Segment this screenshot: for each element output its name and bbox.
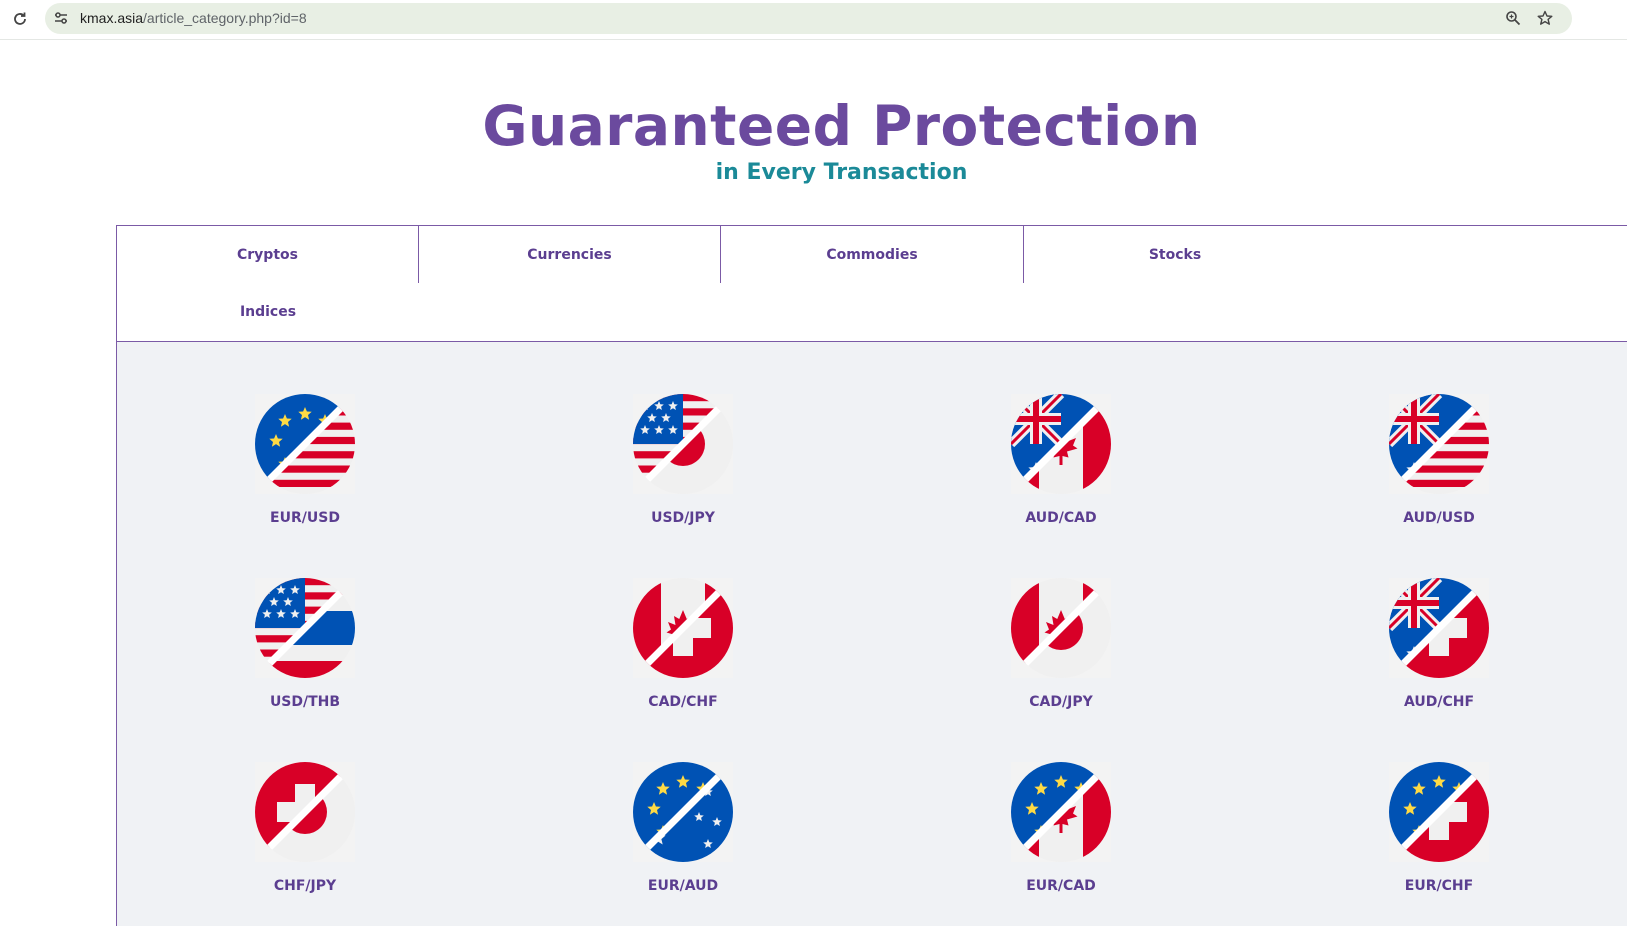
- pair-card[interactable]: USD/THB: [205, 578, 405, 718]
- pair-card[interactable]: AUD/USD: [1339, 394, 1539, 534]
- pair-label: AUD/CAD: [1025, 510, 1097, 526]
- url-text[interactable]: kmax.asia/article_category.php?id=8: [80, 10, 307, 26]
- page-subtitle: in Every Transaction: [715, 160, 968, 185]
- site-info-icon[interactable]: [51, 8, 71, 28]
- pair-flag-icon: [1011, 394, 1111, 494]
- pair-card[interactable]: EUR/CHF: [1339, 762, 1539, 902]
- pair-card[interactable]: AUD/CHF: [1339, 578, 1539, 718]
- reload-icon[interactable]: [9, 8, 31, 30]
- category-tabs: Cryptos Currencies Commodies Stocks Indi…: [116, 225, 1627, 342]
- pair-label: EUR/CHF: [1404, 878, 1474, 894]
- tab-cryptos[interactable]: Cryptos: [117, 226, 419, 283]
- pair-card[interactable]: AUD/CAD: [961, 394, 1161, 534]
- pair-card[interactable]: EUR/AUD: [583, 762, 783, 902]
- currency-pairs-panel: EUR/USD USD/JPY AUD/CAD AUD/USD USD/THB …: [116, 342, 1627, 926]
- pair-flag-icon: [1011, 762, 1111, 862]
- pair-label: EUR/CAD: [1026, 878, 1096, 894]
- star-icon[interactable]: [1535, 8, 1555, 28]
- pair-flag-icon: [1011, 578, 1111, 678]
- url-path: /article_category.php?id=8: [143, 10, 307, 26]
- pair-card[interactable]: USD/JPY: [583, 394, 783, 534]
- pair-label: EUR/USD: [270, 510, 340, 526]
- pair-label: CHF/JPY: [273, 878, 337, 894]
- pair-flag-icon: [633, 762, 733, 862]
- pair-label: USD/THB: [269, 694, 341, 710]
- pair-flag-icon: [1389, 762, 1489, 862]
- address-bar[interactable]: kmax.asia/article_category.php?id=8: [45, 3, 1572, 34]
- pair-flag-icon: [255, 394, 355, 494]
- pair-flag-icon: [1389, 578, 1489, 678]
- pair-label: AUD/USD: [1403, 510, 1475, 526]
- pair-card[interactable]: CHF/JPY: [205, 762, 405, 902]
- browser-toolbar: kmax.asia/article_category.php?id=8: [0, 0, 1627, 40]
- pair-label: CAD/JPY: [1029, 694, 1093, 710]
- pair-label: USD/JPY: [651, 510, 715, 526]
- tab-indices[interactable]: Indices: [117, 283, 419, 340]
- zoom-icon[interactable]: [1503, 8, 1523, 28]
- url-domain: kmax.asia: [80, 10, 144, 26]
- pair-flag-icon: [255, 762, 355, 862]
- tab-currencies[interactable]: Currencies: [419, 226, 721, 283]
- pair-flag-icon: [633, 394, 733, 494]
- page-title: Guaranteed Protection: [482, 94, 1201, 158]
- pair-label: AUD/CHF: [1403, 694, 1475, 710]
- pair-card[interactable]: EUR/USD: [205, 394, 405, 534]
- pair-flag-icon: [633, 578, 733, 678]
- tab-stocks[interactable]: Stocks: [1024, 226, 1326, 283]
- pair-label: CAD/CHF: [648, 694, 718, 710]
- pair-card[interactable]: EUR/CAD: [961, 762, 1161, 902]
- pair-flag-icon: [255, 578, 355, 678]
- pair-card[interactable]: CAD/CHF: [583, 578, 783, 718]
- pair-flag-icon: [1389, 394, 1489, 494]
- tab-commodies[interactable]: Commodies: [721, 226, 1024, 283]
- pair-label: EUR/AUD: [647, 878, 719, 894]
- pair-card[interactable]: CAD/JPY: [961, 578, 1161, 718]
